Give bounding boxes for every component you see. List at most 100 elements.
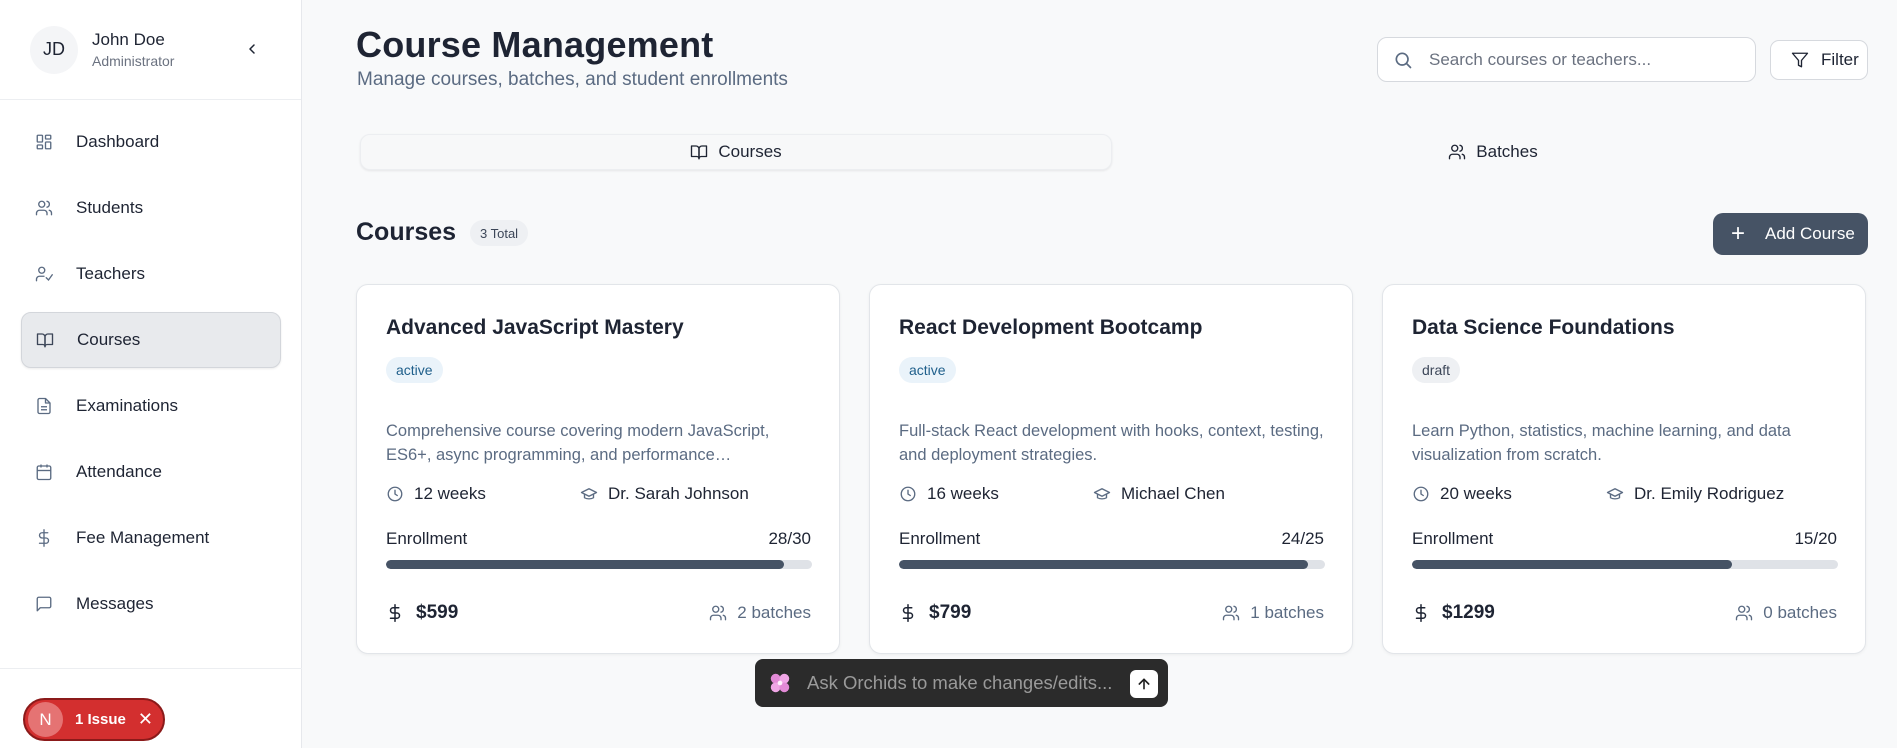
sidebar-item-messages[interactable]: Messages: [21, 576, 281, 632]
tab-label: Batches: [1476, 142, 1538, 161]
enrollment-label: Enrollment: [1412, 529, 1494, 548]
send-button[interactable]: [1130, 670, 1158, 698]
orchid-flower-icon: [767, 670, 793, 696]
course-card[interactable]: Data Science Foundations draft Learn Pyt…: [1382, 284, 1866, 654]
sidebar-item-teachers[interactable]: Teachers: [21, 246, 281, 302]
enrollment-progress-fill: [899, 560, 1308, 569]
user-check-icon: [34, 264, 54, 284]
duration-text: 12 weeks: [414, 484, 486, 503]
enrollment-label: Enrollment: [899, 529, 981, 548]
avatar: JD: [30, 25, 78, 74]
dollar-icon: [34, 528, 54, 548]
batch-count: 0 batches: [1735, 603, 1837, 623]
course-description: Comprehensive course covering modern Jav…: [386, 422, 770, 464]
sidebar: JD John Doe Administrator Dashboard Stud…: [0, 0, 302, 748]
enrollment-count: 28/30: [768, 529, 811, 548]
message-icon: [34, 594, 54, 614]
graduation-cap-icon: [580, 485, 598, 503]
teacher-name: Michael Chen: [1121, 484, 1225, 503]
sidebar-item-examinations[interactable]: Examinations: [21, 378, 281, 434]
status-badge: draft: [1412, 357, 1461, 383]
sidebar-divider: [0, 668, 302, 669]
page-title: Course Management: [356, 24, 714, 65]
course-title: Advanced JavaScript Mastery: [386, 316, 684, 339]
sidebar-item-label: Attendance: [76, 462, 163, 481]
sidebar-item-students[interactable]: Students: [21, 180, 281, 236]
users-icon: [1735, 604, 1753, 622]
sidebar-item-dashboard[interactable]: Dashboard: [21, 114, 281, 170]
issue-label: 1 Issue: [75, 711, 126, 728]
dollar-icon: [899, 604, 917, 622]
course-card[interactable]: React Development Bootcamp active Full-s…: [869, 284, 1353, 654]
enrollment-count: 24/25: [1281, 529, 1324, 548]
search-input[interactable]: [1429, 49, 1749, 70]
teacher: Michael Chen: [1093, 484, 1225, 504]
filter-button[interactable]: Filter: [1770, 40, 1868, 80]
duration-text: 16 weeks: [927, 484, 999, 503]
sidebar-item-label: Students: [76, 198, 144, 217]
user-profile: JD John Doe Administrator: [0, 0, 301, 100]
clock-icon: [1412, 485, 1430, 503]
teacher-name: Dr. Emily Rodriguez: [1634, 484, 1785, 503]
book-icon: [690, 143, 708, 161]
search-icon: [1395, 52, 1412, 68]
sidebar-nav: Dashboard Students Teachers Courses Exam…: [0, 100, 301, 632]
chevron-left-icon: [249, 44, 255, 54]
duration-text: 20 weeks: [1440, 484, 1512, 503]
course-description: Learn Python, statistics, machine learni…: [1412, 422, 1791, 464]
arrow-up-icon: [1138, 678, 1150, 690]
main-content: Course Management Manage courses, batche…: [302, 0, 1897, 748]
sidebar-item-label: Courses: [77, 330, 141, 349]
orchids-prompt-bar[interactable]: Ask Orchids to make changes/edits...: [755, 659, 1168, 707]
course-title: React Development Bootcamp: [899, 316, 1203, 339]
price-text: $1299: [1442, 602, 1495, 623]
grid-icon: [34, 132, 54, 152]
issue-badge[interactable]: N 1 Issue ✕: [23, 698, 165, 741]
batch-count: 2 batches: [709, 603, 811, 623]
add-course-label: Add Course: [1765, 224, 1855, 243]
collapse-sidebar-button[interactable]: [239, 36, 265, 62]
duration: 20 weeks: [1412, 484, 1512, 504]
enrollment-count: 15/20: [1794, 529, 1837, 548]
course-card[interactable]: Advanced JavaScript Mastery active Compr…: [356, 284, 840, 654]
user-name: John Doe: [92, 30, 165, 49]
orchids-input[interactable]: Ask Orchids to make changes/edits...: [807, 672, 1127, 694]
total-badge: 3 Total: [470, 220, 529, 246]
sidebar-item-label: Teachers: [76, 264, 145, 283]
issue-letter: N: [28, 702, 63, 737]
teacher-name: Dr. Sarah Johnson: [608, 484, 749, 503]
graduation-cap-icon: [1093, 485, 1111, 503]
users-icon: [34, 198, 54, 218]
sidebar-item-courses[interactable]: Courses: [21, 312, 281, 368]
dollar-icon: [1412, 604, 1430, 622]
course-title: Data Science Foundations: [1412, 316, 1675, 339]
clock-icon: [899, 485, 917, 503]
users-icon: [1448, 143, 1466, 161]
clock-icon: [386, 485, 404, 503]
tab-courses[interactable]: Courses: [360, 134, 1112, 170]
enrollment-progress-bar: [1412, 560, 1838, 569]
price-text: $799: [929, 602, 972, 623]
enrollment-progress-bar: [386, 560, 812, 569]
tab-batches[interactable]: Batches: [1117, 134, 1869, 170]
status-badge: active: [386, 357, 443, 383]
course-description: Full-stack React development with hooks,…: [899, 422, 1324, 464]
enrollment-label: Enrollment: [386, 529, 468, 548]
search-box[interactable]: [1377, 37, 1756, 82]
add-course-button[interactable]: + Add Course: [1713, 213, 1868, 255]
user-role: Administrator: [92, 53, 175, 69]
filter-icon: [1791, 51, 1809, 69]
enrollment-progress-fill: [1412, 560, 1732, 569]
plus-icon: +: [1731, 220, 1746, 247]
sidebar-item-fee-management[interactable]: Fee Management: [21, 510, 281, 566]
tab-label: Courses: [718, 142, 782, 161]
close-icon[interactable]: ✕: [138, 709, 153, 730]
section-title: Courses: [356, 218, 457, 246]
sidebar-item-attendance[interactable]: Attendance: [21, 444, 281, 500]
sidebar-item-label: Fee Management: [76, 528, 210, 547]
teacher: Dr. Emily Rodriguez: [1606, 484, 1784, 504]
users-icon: [1222, 604, 1240, 622]
calendar-icon: [34, 462, 54, 482]
course-price: $1299: [1412, 602, 1495, 624]
filter-label: Filter: [1821, 50, 1859, 69]
